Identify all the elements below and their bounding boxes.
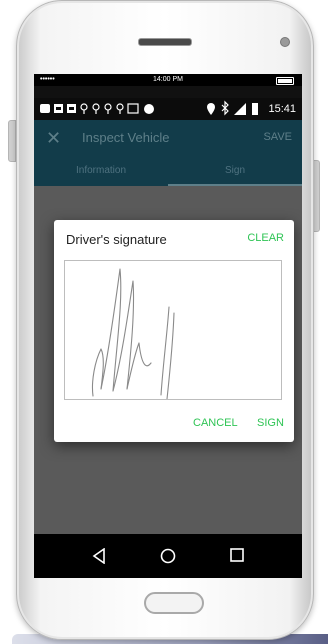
recents-icon[interactable] <box>230 548 244 567</box>
page-title: Inspect Vehicle <box>82 130 170 145</box>
app-bar: ✕ Inspect Vehicle SAVE <box>34 120 302 156</box>
close-icon[interactable]: ✕ <box>46 126 61 150</box>
back-icon[interactable] <box>92 547 106 569</box>
tab-sign[interactable]: Sign <box>168 165 302 176</box>
front-camera <box>280 37 290 47</box>
android-status-bar: 15:41 <box>34 98 302 120</box>
signature-dialog: Driver's signature CLEAR CANCEL SIGN <box>54 220 294 442</box>
speaker-grille <box>138 38 192 46</box>
save-button[interactable]: SAVE <box>263 131 292 143</box>
sign-button[interactable]: SIGN <box>257 417 284 429</box>
dialog-title: Driver's signature <box>66 232 167 247</box>
phone-screen: •••••• 14:00 PM 15:41 ✕ Inspect Vehicle … <box>34 74 302 578</box>
home-icon[interactable] <box>160 548 176 569</box>
volume-button <box>8 120 16 162</box>
battery-icon <box>276 77 294 85</box>
signature-stroke <box>91 268 175 400</box>
tab-bar: Information Sign <box>34 156 302 186</box>
cancel-button[interactable]: CANCEL <box>193 417 238 429</box>
android-nav-bar <box>34 534 302 578</box>
signature-pad[interactable] <box>64 260 282 400</box>
system-icons-svg <box>207 100 259 116</box>
notification-icons-svg <box>40 103 154 114</box>
physical-home-button <box>144 592 204 614</box>
android-clock: 15:41 <box>268 103 296 115</box>
device-time: 14:00 PM <box>153 76 183 83</box>
android-status-right: 15:41 <box>206 98 296 120</box>
device-status-bar: •••••• 14:00 PM <box>34 74 302 86</box>
tab-information[interactable]: Information <box>34 165 168 176</box>
clear-button[interactable]: CLEAR <box>247 232 284 244</box>
